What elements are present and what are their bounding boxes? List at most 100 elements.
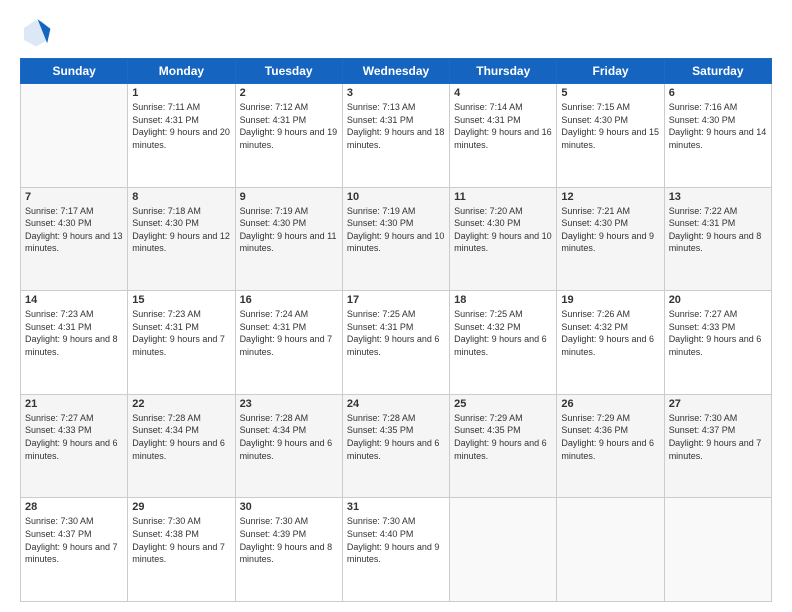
day-info: Sunrise: 7:15 AMSunset: 4:30 PMDaylight:… <box>561 101 659 151</box>
calendar-cell: 26 Sunrise: 7:29 AMSunset: 4:36 PMDayligh… <box>557 394 664 498</box>
weekday-header-monday: Monday <box>128 59 235 84</box>
day-info: Sunrise: 7:23 AMSunset: 4:31 PMDaylight:… <box>25 308 123 358</box>
day-info: Sunrise: 7:17 AMSunset: 4:30 PMDaylight:… <box>25 205 123 255</box>
day-info: Sunrise: 7:21 AMSunset: 4:30 PMDaylight:… <box>561 205 659 255</box>
day-number: 22 <box>132 398 230 410</box>
day-info: Sunrise: 7:29 AMSunset: 4:35 PMDaylight:… <box>454 412 552 462</box>
weekday-header-thursday: Thursday <box>450 59 557 84</box>
day-number: 3 <box>347 87 445 99</box>
calendar-cell: 4 Sunrise: 7:14 AMSunset: 4:31 PMDaylight… <box>450 84 557 188</box>
day-info: Sunrise: 7:19 AMSunset: 4:30 PMDaylight:… <box>240 205 338 255</box>
calendar-cell: 27 Sunrise: 7:30 AMSunset: 4:37 PMDayligh… <box>664 394 771 498</box>
day-info: Sunrise: 7:18 AMSunset: 4:30 PMDaylight:… <box>132 205 230 255</box>
header <box>20 16 772 48</box>
calendar-cell: 24 Sunrise: 7:28 AMSunset: 4:35 PMDayligh… <box>342 394 449 498</box>
day-info: Sunrise: 7:28 AMSunset: 4:35 PMDaylight:… <box>347 412 445 462</box>
day-number: 21 <box>25 398 123 410</box>
day-info: Sunrise: 7:30 AMSunset: 4:38 PMDaylight:… <box>132 515 230 565</box>
day-info: Sunrise: 7:12 AMSunset: 4:31 PMDaylight:… <box>240 101 338 151</box>
calendar-cell: 18 Sunrise: 7:25 AMSunset: 4:32 PMDayligh… <box>450 291 557 395</box>
day-info: Sunrise: 7:26 AMSunset: 4:32 PMDaylight:… <box>561 308 659 358</box>
weekday-header-wednesday: Wednesday <box>342 59 449 84</box>
calendar-cell <box>450 498 557 602</box>
calendar-cell: 3 Sunrise: 7:13 AMSunset: 4:31 PMDaylight… <box>342 84 449 188</box>
calendar-cell: 19Sunrise: 7:26 AMSunset: 4:32 PMDayligh… <box>557 291 664 395</box>
day-info: Sunrise: 7:19 AMSunset: 4:30 PMDaylight:… <box>347 205 445 255</box>
calendar-cell: 14 Sunrise: 7:23 AMSunset: 4:31 PMDayligh… <box>21 291 128 395</box>
day-info: Sunrise: 7:25 AMSunset: 4:32 PMDaylight:… <box>454 308 552 358</box>
calendar-cell: 15 Sunrise: 7:23 AMSunset: 4:31 PMDayligh… <box>128 291 235 395</box>
day-info: Sunrise: 7:29 AMSunset: 4:36 PMDaylight:… <box>561 412 659 462</box>
calendar-cell: 11Sunrise: 7:20 AMSunset: 4:30 PMDayligh… <box>450 187 557 291</box>
day-number: 10 <box>347 191 445 203</box>
day-number: 9 <box>240 191 338 203</box>
calendar-cell <box>21 84 128 188</box>
day-number: 12 <box>561 191 659 203</box>
calendar-cell: 20Sunrise: 7:27 AMSunset: 4:33 PMDayligh… <box>664 291 771 395</box>
day-info: Sunrise: 7:23 AMSunset: 4:31 PMDaylight:… <box>132 308 230 358</box>
day-info: Sunrise: 7:20 AMSunset: 4:30 PMDaylight:… <box>454 205 552 255</box>
logo-icon <box>20 16 52 48</box>
day-number: 27 <box>669 398 767 410</box>
calendar-cell: 23Sunrise: 7:28 AMSunset: 4:34 PMDayligh… <box>235 394 342 498</box>
day-number: 13 <box>669 191 767 203</box>
calendar-cell: 17Sunrise: 7:25 AMSunset: 4:31 PMDayligh… <box>342 291 449 395</box>
day-number: 18 <box>454 294 552 306</box>
calendar-table: SundayMondayTuesdayWednesdayThursdayFrid… <box>20 58 772 602</box>
day-info: Sunrise: 7:22 AMSunset: 4:31 PMDaylight:… <box>669 205 767 255</box>
calendar-cell: 6Sunrise: 7:16 AMSunset: 4:30 PMDaylight… <box>664 84 771 188</box>
day-number: 14 <box>25 294 123 306</box>
calendar-cell: 1 Sunrise: 7:11 AMSunset: 4:31 PMDaylight… <box>128 84 235 188</box>
calendar-cell: 31 Sunrise: 7:30 AMSunset: 4:40 PMDayligh… <box>342 498 449 602</box>
weekday-header-friday: Friday <box>557 59 664 84</box>
day-info: Sunrise: 7:27 AMSunset: 4:33 PMDaylight:… <box>25 412 123 462</box>
weekday-header-sunday: Sunday <box>21 59 128 84</box>
calendar-cell <box>557 498 664 602</box>
calendar-cell: 2 Sunrise: 7:12 AMSunset: 4:31 PMDaylight… <box>235 84 342 188</box>
day-number: 26 <box>561 398 659 410</box>
day-number: 30 <box>240 501 338 513</box>
day-number: 2 <box>240 87 338 99</box>
day-number: 4 <box>454 87 552 99</box>
day-info: Sunrise: 7:30 AMSunset: 4:40 PMDaylight:… <box>347 515 445 565</box>
calendar-cell: 29 Sunrise: 7:30 AMSunset: 4:38 PMDayligh… <box>128 498 235 602</box>
day-number: 7 <box>25 191 123 203</box>
calendar-cell: 30Sunrise: 7:30 AMSunset: 4:39 PMDayligh… <box>235 498 342 602</box>
page: SundayMondayTuesdayWednesdayThursdayFrid… <box>0 0 792 612</box>
calendar-cell: 16 Sunrise: 7:24 AMSunset: 4:31 PMDayligh… <box>235 291 342 395</box>
day-info: Sunrise: 7:11 AMSunset: 4:31 PMDaylight:… <box>132 101 230 151</box>
calendar-cell: 7 Sunrise: 7:17 AMSunset: 4:30 PMDaylight… <box>21 187 128 291</box>
calendar-cell: 22 Sunrise: 7:28 AMSunset: 4:34 PMDayligh… <box>128 394 235 498</box>
day-number: 1 <box>132 87 230 99</box>
day-info: Sunrise: 7:30 AMSunset: 4:37 PMDaylight:… <box>669 412 767 462</box>
day-info: Sunrise: 7:24 AMSunset: 4:31 PMDaylight:… <box>240 308 338 358</box>
day-number: 31 <box>347 501 445 513</box>
day-number: 25 <box>454 398 552 410</box>
day-number: 5 <box>561 87 659 99</box>
weekday-header-saturday: Saturday <box>664 59 771 84</box>
weekday-header-tuesday: Tuesday <box>235 59 342 84</box>
calendar-cell: 10 Sunrise: 7:19 AMSunset: 4:30 PMDayligh… <box>342 187 449 291</box>
day-number: 20 <box>669 294 767 306</box>
day-info: Sunrise: 7:14 AMSunset: 4:31 PMDaylight:… <box>454 101 552 151</box>
logo <box>20 16 56 48</box>
day-info: Sunrise: 7:13 AMSunset: 4:31 PMDaylight:… <box>347 101 445 151</box>
day-number: 15 <box>132 294 230 306</box>
calendar-cell: 8 Sunrise: 7:18 AMSunset: 4:30 PMDaylight… <box>128 187 235 291</box>
calendar-cell: 25 Sunrise: 7:29 AMSunset: 4:35 PMDayligh… <box>450 394 557 498</box>
day-number: 28 <box>25 501 123 513</box>
day-number: 6 <box>669 87 767 99</box>
calendar-cell: 28 Sunrise: 7:30 AMSunset: 4:37 PMDayligh… <box>21 498 128 602</box>
calendar-cell: 5 Sunrise: 7:15 AMSunset: 4:30 PMDaylight… <box>557 84 664 188</box>
day-number: 8 <box>132 191 230 203</box>
day-info: Sunrise: 7:28 AMSunset: 4:34 PMDaylight:… <box>132 412 230 462</box>
day-number: 17 <box>347 294 445 306</box>
day-number: 29 <box>132 501 230 513</box>
calendar-cell: 21 Sunrise: 7:27 AMSunset: 4:33 PMDayligh… <box>21 394 128 498</box>
calendar-cell <box>664 498 771 602</box>
day-number: 24 <box>347 398 445 410</box>
day-number: 16 <box>240 294 338 306</box>
day-info: Sunrise: 7:28 AMSunset: 4:34 PMDaylight:… <box>240 412 338 462</box>
day-info: Sunrise: 7:30 AMSunset: 4:37 PMDaylight:… <box>25 515 123 565</box>
calendar-cell: 12 Sunrise: 7:21 AMSunset: 4:30 PMDayligh… <box>557 187 664 291</box>
